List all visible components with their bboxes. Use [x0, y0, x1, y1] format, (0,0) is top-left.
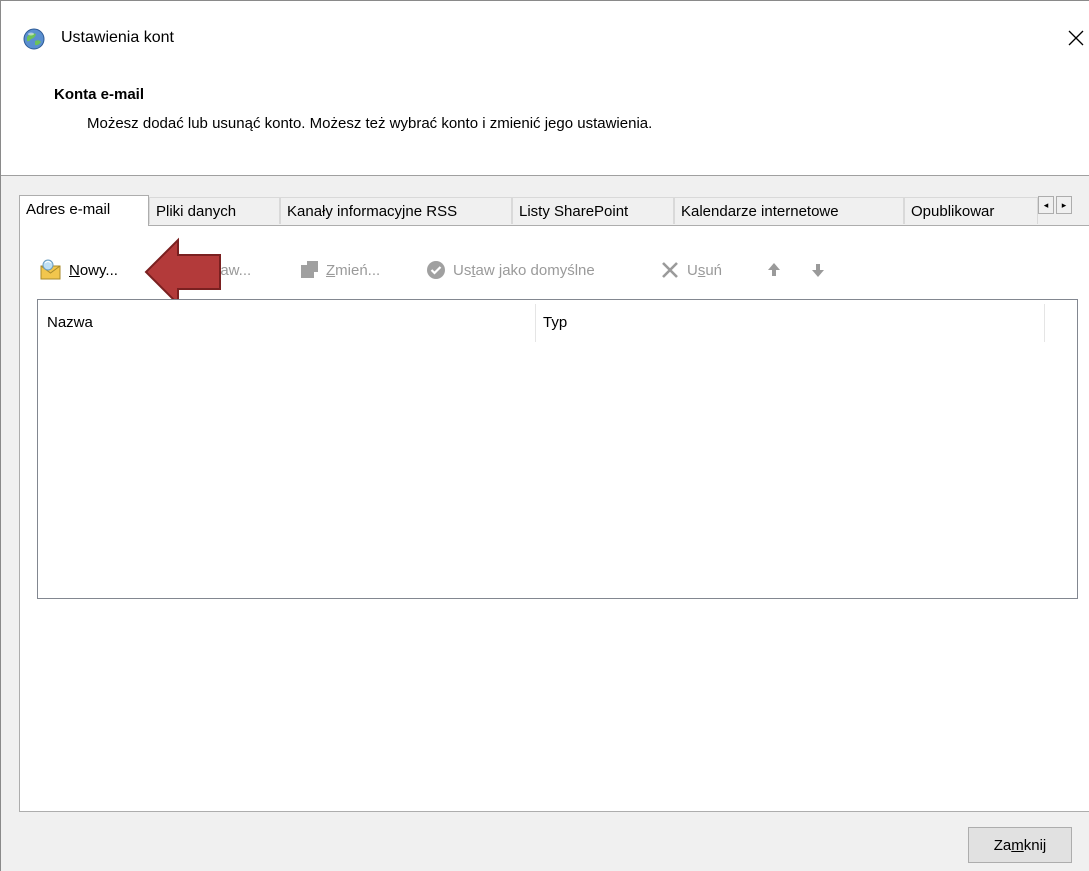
set-default-button[interactable]: Ustaw jako domyślne	[425, 256, 595, 284]
arrow-left-icon: ◂	[1043, 199, 1049, 210]
close-label: knij	[1023, 836, 1047, 854]
tab-published-calendars[interactable]: Opublikowar	[904, 197, 1038, 224]
arrow-right-icon: ▸	[1061, 199, 1067, 210]
check-circle-icon	[427, 261, 445, 279]
move-down-button[interactable]	[809, 256, 827, 284]
tab-rss-feeds[interactable]: Kanały informacyjne RSS	[280, 197, 512, 224]
section-description: Możesz dodać lub usunąć konto. Możesz te…	[87, 115, 653, 132]
close-accesskey: m	[1011, 836, 1024, 854]
tab-scroll-left-button[interactable]: ◂	[1038, 196, 1054, 214]
arrow-down-icon	[812, 264, 824, 277]
move-up-button[interactable]	[765, 256, 783, 284]
accounts-list[interactable]: Nazwa Typ	[37, 299, 1078, 599]
change-icon	[301, 261, 318, 278]
tab-scroll-right-button[interactable]: ▸	[1056, 196, 1072, 214]
window-close-button[interactable]	[1061, 23, 1089, 53]
close-icon	[1068, 30, 1083, 46]
window-title: Ustawienia kont	[61, 29, 174, 46]
remove-account-button[interactable]: Usuń	[659, 256, 722, 284]
tab-sharepoint-lists[interactable]: Listy SharePoint	[512, 197, 674, 224]
new-account-label: owy...	[79, 261, 118, 279]
column-divider[interactable]	[535, 304, 536, 342]
delete-x-icon	[662, 262, 678, 278]
change-label: mień...	[335, 261, 381, 279]
new-account-button[interactable]: Nowy...	[39, 256, 118, 284]
column-header-type[interactable]: Typ	[543, 300, 567, 344]
arrow-up-icon	[768, 263, 780, 276]
header-panel	[1, 1, 1089, 176]
remove-label-pre: U	[687, 261, 698, 279]
remove-label: uń	[705, 261, 723, 279]
tab-email[interactable]: Adres e-mail	[19, 195, 149, 226]
change-accesskey: Z	[326, 261, 336, 279]
dialog-window: Ustawienia kont Konta e-mail Możesz doda…	[0, 0, 1089, 871]
close-label-pre: Za	[993, 836, 1012, 854]
tab-data-files[interactable]: Pliki danych	[149, 197, 280, 224]
set-default-label-pre: Us	[453, 261, 472, 279]
tab-strip: Adres e-mail Pliki danych Kanały informa…	[19, 195, 1089, 226]
new-account-icon	[40, 259, 61, 280]
set-default-label: aw jako domyślne	[475, 261, 595, 279]
annotation-arrow	[144, 237, 221, 307]
section-heading: Konta e-mail	[54, 86, 145, 103]
tab-internet-calendars[interactable]: Kalendarze internetowe	[674, 197, 904, 224]
change-account-button[interactable]: Zmień...	[298, 256, 380, 284]
account-settings-app-icon	[23, 28, 45, 50]
close-dialog-button[interactable]: Za m knij	[968, 827, 1072, 863]
new-account-accesskey: N	[69, 261, 80, 279]
column-header-name[interactable]: Nazwa	[47, 300, 93, 344]
column-divider[interactable]	[1044, 304, 1045, 342]
